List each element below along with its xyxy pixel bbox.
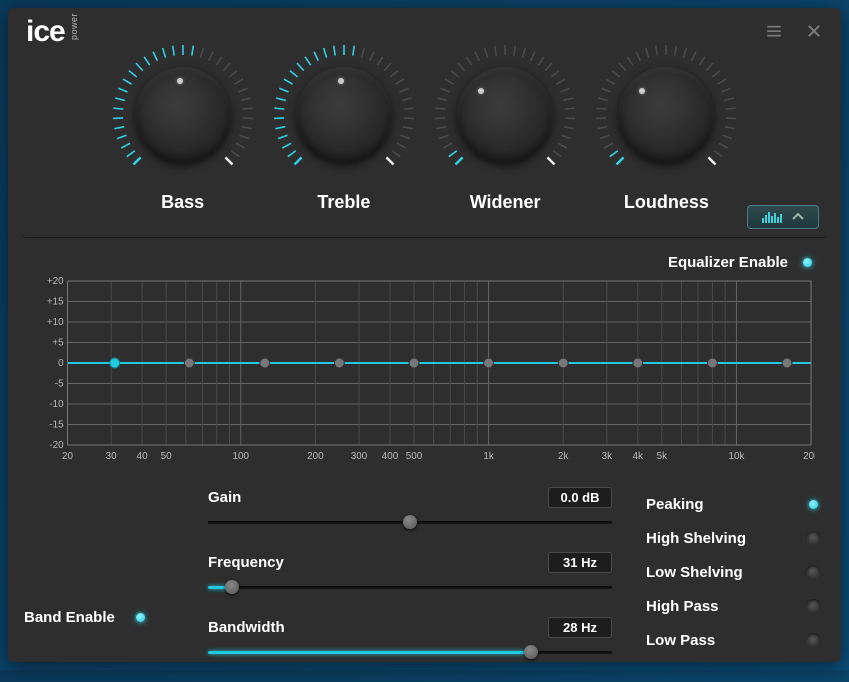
knob-label: Widener [470,192,541,213]
svg-text:400: 400 [382,451,399,462]
svg-text:20k: 20k [803,451,815,462]
svg-text:50: 50 [161,451,172,462]
eq-section: Equalizer Enable +20 +15 +10 +5 0 -5 -10 -15 -20… [22,244,827,473]
svg-text:3k: 3k [602,451,612,462]
eq-band-node[interactable] [409,358,419,368]
filter-radio[interactable] [806,599,821,614]
svg-text:+10: +10 [47,317,64,328]
svg-text:500: 500 [406,451,423,462]
knob-section: Bass Treble Widener Loudness [22,54,827,238]
expand-eq-button[interactable] [747,205,819,229]
frequency-slider-label: Frequency [208,554,284,571]
svg-text:200: 200 [307,451,324,462]
svg-text:-15: -15 [49,419,64,430]
svg-text:+5: +5 [52,337,64,348]
band-enable-label: Band Enable [24,609,115,626]
bandwidth-slider[interactable] [208,644,612,660]
band-controls: Band Enable Gain 0.0 dB Frequency 31 Hz [22,483,827,682]
knob-widener: Widener [430,40,580,213]
svg-text:1k: 1k [483,451,493,462]
bandwidth-slider-value[interactable]: 28 Hz [548,617,612,638]
eq-band-node[interactable] [707,358,717,368]
knob-loudness: Loudness [591,40,741,213]
svg-text:-20: -20 [49,440,64,451]
frequency-slider-value[interactable]: 31 Hz [548,552,612,573]
frequency-slider[interactable] [208,579,612,595]
knob-dial-treble[interactable] [269,40,419,190]
eq-band-node[interactable] [633,358,643,368]
eq-band-node[interactable] [558,358,568,368]
svg-text:2k: 2k [558,451,568,462]
svg-text:-5: -5 [55,378,64,389]
eq-band-node[interactable] [334,358,344,368]
knob-dial-bass[interactable] [108,40,258,190]
knob-dial-widener[interactable] [430,40,580,190]
svg-text:20: 20 [62,451,73,462]
knob-bass: Bass [108,40,258,213]
bandwidth-slider-group: Bandwidth 28 Hz [208,617,612,660]
svg-text:+20: +20 [47,277,64,287]
filter-option-low-shelving[interactable]: Low Shelving [646,555,821,589]
knob-label: Treble [317,192,370,213]
audio-eq-panel: ice power Bass Treble Widener [8,8,841,662]
gain-slider-label: Gain [208,489,241,506]
svg-text:100: 100 [233,451,250,462]
svg-text:40: 40 [137,451,148,462]
bandwidth-slider-label: Bandwidth [208,619,285,636]
svg-text:+15: +15 [47,296,64,307]
svg-text:4k: 4k [633,451,643,462]
eq-enable-label: Equalizer Enable [668,254,788,271]
menu-icon[interactable] [765,22,783,40]
filter-label: High Pass [646,598,719,615]
gain-slider[interactable] [208,514,612,530]
filter-label: Peaking [646,496,704,513]
eq-graph[interactable]: +20 +15 +10 +5 0 -5 -10 -15 -2020 30 40 50 100 200 300… [34,277,815,465]
knob-treble: Treble [269,40,419,213]
gain-slider-group: Gain 0.0 dB [208,487,612,530]
filter-label: High Shelving [646,530,746,547]
eq-band-node[interactable] [782,358,792,368]
filter-label: Low Pass [646,632,715,649]
knob-dial-loudness[interactable] [591,40,741,190]
band-enable-toggle[interactable] [133,610,148,625]
filter-radio[interactable] [806,565,821,580]
eq-band-node[interactable] [110,358,120,368]
eq-band-node[interactable] [184,358,194,368]
eq-bars-icon [761,210,783,224]
filter-option-low-pass[interactable]: Low Pass [646,623,821,657]
filter-option-high-pass[interactable]: High Pass [646,589,821,623]
gain-slider-value[interactable]: 0.0 dB [548,487,612,508]
eq-enable-toggle[interactable] [800,255,815,270]
close-icon[interactable] [805,22,823,40]
filter-radio[interactable] [806,497,821,512]
svg-text:5k: 5k [657,451,667,462]
eq-band-node[interactable] [484,358,494,368]
filter-option-high-shelving[interactable]: High Shelving [646,521,821,555]
knob-label: Bass [161,192,204,213]
frequency-slider-group: Frequency 31 Hz [208,552,612,595]
filter-option-peaking[interactable]: Peaking [646,487,821,521]
svg-text:30: 30 [106,451,117,462]
filter-radio[interactable] [806,633,821,648]
svg-text:300: 300 [351,451,368,462]
chevron-up-icon [791,210,805,224]
svg-text:10k: 10k [729,451,745,462]
filter-radio[interactable] [806,531,821,546]
svg-text:-10: -10 [49,399,64,410]
brand-sub: power [69,13,79,40]
eq-band-node[interactable] [260,358,270,368]
knob-label: Loudness [624,192,709,213]
svg-text:0: 0 [58,358,64,369]
filter-label: Low Shelving [646,564,743,581]
